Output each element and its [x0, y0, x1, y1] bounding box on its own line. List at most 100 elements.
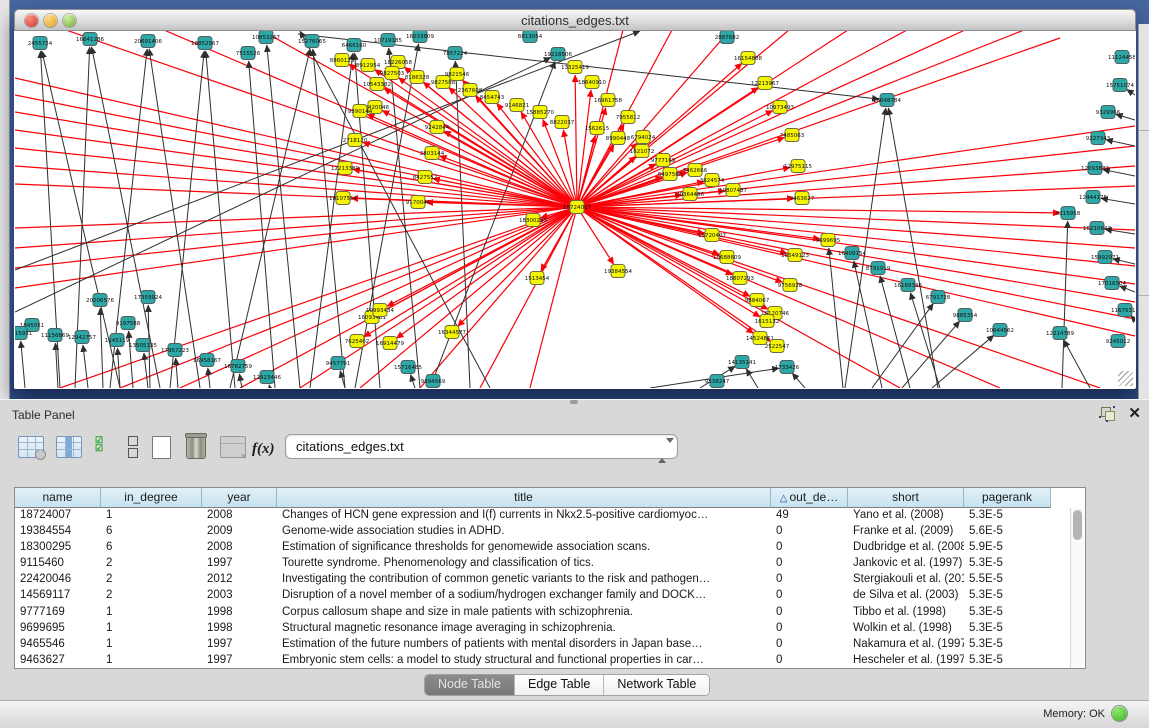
graph-node-label: 6466160 [342, 43, 367, 49]
graph-edge[interactable] [239, 374, 242, 388]
graph-edge[interactable] [792, 373, 805, 388]
column-header[interactable]: pagerank [964, 488, 1051, 508]
table-cell: 0 [771, 653, 848, 668]
show-columns-icon[interactable] [56, 436, 84, 466]
table-row[interactable]: 1456911722003Disruption of a novel membe… [15, 588, 1073, 604]
graph-edge[interactable] [249, 61, 275, 388]
resize-grip-icon[interactable] [1118, 371, 1133, 386]
graph-edge[interactable] [384, 88, 577, 207]
splitter-handle[interactable] [570, 400, 578, 404]
graph-edge[interactable] [411, 375, 415, 388]
graph-edge[interactable] [313, 49, 345, 388]
graph-edge[interactable] [267, 45, 300, 388]
graph-edge[interactable] [396, 207, 577, 338]
table-row[interactable]: 1830029562008Estimation of significance … [15, 540, 1073, 556]
graph-edge[interactable] [854, 261, 882, 388]
graph-node-label: 8454743 [480, 95, 505, 101]
graph-edge[interactable] [176, 358, 178, 388]
graph-node-label: 18724007 [563, 205, 591, 211]
table-cell: Franke et al. (2009) [848, 524, 964, 540]
graph-edge[interactable] [21, 341, 25, 388]
graph-node-label: 9146821 [505, 103, 530, 109]
graph-node-label: 18807293 [726, 276, 754, 282]
table-row[interactable]: 946554611997Estimation of the future num… [15, 637, 1073, 653]
vertical-scrollbar[interactable] [1070, 508, 1084, 668]
table-row[interactable]: 911546021997Tourette syndrome. Phenomeno… [15, 556, 1073, 572]
table-row[interactable]: 969969511998Structural magnetic resonanc… [15, 621, 1073, 637]
table-selector-dropdown[interactable]: citations_edges.txt [285, 434, 678, 459]
graph-node-label: 9756928 [778, 283, 803, 289]
graph-edge[interactable] [100, 308, 103, 388]
graph-edge[interactable] [575, 75, 577, 207]
memory-ok-icon[interactable] [1112, 706, 1127, 721]
graph-edge[interactable] [1119, 286, 1135, 292]
graph-edge[interactable] [577, 90, 591, 207]
graph-edge[interactable] [149, 49, 200, 388]
graph-edge[interactable] [888, 108, 938, 388]
graph-node-label: 12093832 [1081, 166, 1109, 172]
graph-node-label: 8427552 [413, 175, 438, 181]
graph-edge[interactable] [829, 248, 843, 388]
table-cell: 9777169 [15, 605, 101, 621]
select-rows-icon[interactable]: ☑☑ [95, 436, 123, 466]
graph-edge[interactable] [310, 53, 353, 388]
graph-node-label: 15751074 [1106, 83, 1134, 89]
graph-node-label: 8860123 [330, 58, 355, 64]
table-cell: 2 [101, 588, 202, 604]
graph-node-label: 10853267 [252, 35, 280, 41]
graph-edge[interactable] [208, 368, 210, 388]
table-row[interactable]: 977716911998Corpus callosum shape and si… [15, 605, 1073, 621]
graph-node-label: 9170046 [406, 200, 431, 206]
function-builder-icon[interactable]: f(x) [252, 440, 280, 470]
graph-node-label: 8813054 [518, 34, 543, 40]
graph-node-label: 12213389 [331, 166, 359, 172]
float-panel-icon[interactable] [1101, 407, 1116, 422]
table-row[interactable]: 2242004622012Investigating the contribut… [15, 572, 1073, 588]
table-cell: 6 [101, 524, 202, 540]
column-header[interactable]: △out_de… [771, 488, 848, 508]
create-column-icon[interactable] [152, 436, 180, 466]
table-cell: Nakamura et al. (1997) [848, 637, 964, 653]
graph-node-label: 2455724 [28, 41, 53, 47]
table-row[interactable]: 946362711997Embryonic stem cells: a mode… [15, 653, 1073, 668]
graph-node-label: 9457791 [326, 361, 351, 367]
graph-node-label: 1562615 [585, 126, 610, 132]
graph-edge[interactable] [458, 207, 577, 326]
graph-edge[interactable] [129, 331, 133, 388]
graph-edge[interactable] [1064, 340, 1090, 388]
column-header[interactable]: in_degree [101, 488, 202, 508]
window-titlebar[interactable]: citations_edges.txt [14, 9, 1136, 31]
table-row[interactable]: 1938455462009Genome-wide association stu… [15, 524, 1073, 540]
graph-node-label: 17016504 [1098, 281, 1126, 287]
table-cell: 1997 [202, 556, 277, 572]
column-header[interactable]: title [277, 488, 771, 508]
graph-edge[interactable] [269, 385, 270, 388]
tab-edge-table[interactable]: Edge Table [515, 675, 604, 695]
graph-edge[interactable] [1127, 89, 1135, 95]
delete-column-icon[interactable] [186, 436, 214, 466]
column-header[interactable]: name [15, 488, 101, 508]
table-mode-icon[interactable] [18, 436, 46, 466]
table-row[interactable]: 1872400712008Changes of HCN gene express… [15, 508, 1073, 524]
graph-edge[interactable] [83, 345, 88, 388]
close-panel-icon[interactable]: ✕ [1128, 404, 1141, 422]
graph-node-label: 2367608 [458, 88, 483, 94]
graph-node-label: 10719185 [374, 38, 402, 44]
table-cell: 2012 [202, 572, 277, 588]
sort-ascending-icon: △ [780, 493, 788, 504]
network-window[interactable]: citations_edges.txt 24557241664128620691… [14, 9, 1136, 389]
graph-edge[interactable] [902, 321, 960, 388]
graph-node-label: 12444175 [1079, 195, 1107, 201]
tab-network-table[interactable]: Network Table [604, 675, 709, 695]
graph-node-label: 16210643 [1083, 226, 1111, 232]
column-header[interactable]: year [202, 488, 277, 508]
tab-node-table[interactable]: Node Table [425, 675, 515, 695]
network-canvas[interactable]: 2455724166412862069140618852567751552610… [15, 31, 1135, 388]
column-header[interactable]: short [848, 488, 964, 508]
graph-edge[interactable] [382, 111, 577, 207]
graph-node-label: 8215958 [1056, 211, 1081, 217]
graph-edge[interactable] [872, 303, 933, 388]
graph-edge[interactable] [230, 49, 310, 388]
table-header-row[interactable]: namein_degreeyeartitle△out_de…shortpager… [15, 488, 1085, 508]
scrollbar-thumb[interactable] [1073, 510, 1082, 540]
